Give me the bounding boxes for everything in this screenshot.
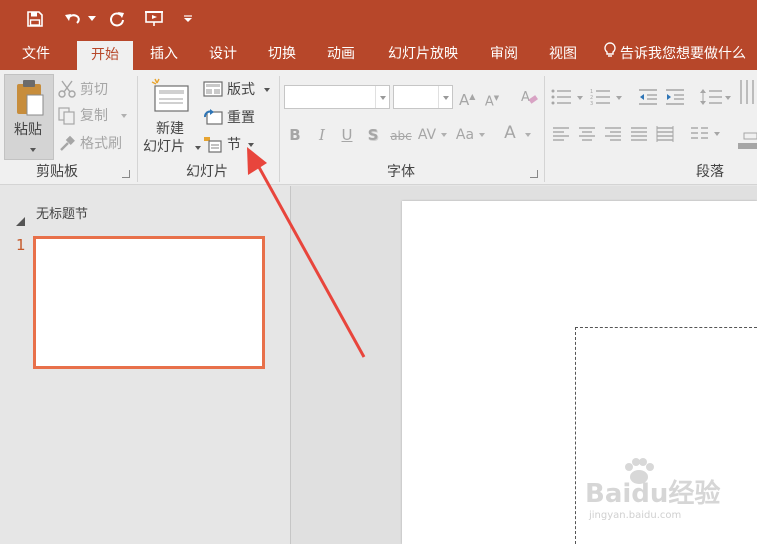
watermark-url: jingyan.baidu.com [589,510,682,521]
watermark-brand: Baidu经验 [585,479,721,509]
baidu-watermark: Baidu经验 jingyan.baidu.com [585,455,755,535]
